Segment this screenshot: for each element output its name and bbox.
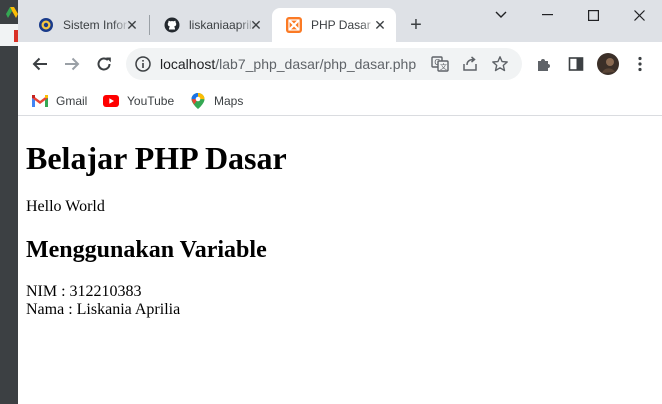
tab-title: PHP Dasar [311, 18, 371, 32]
url-path: /lab7_php_dasar/php_dasar.php [215, 56, 417, 72]
hello-text: Hello World [26, 198, 105, 215]
minimize-icon [541, 14, 553, 16]
gmail-icon [32, 93, 48, 109]
kebab-menu-icon [638, 56, 642, 72]
desktop-edge [0, 0, 18, 404]
tab-title: liskaniaaprilia [189, 18, 255, 32]
forward-arrow-icon [65, 57, 80, 71]
page-heading: Belajar PHP Dasar [26, 140, 287, 176]
bookmark-gmail[interactable]: Gmail [32, 90, 87, 112]
chevron-down-icon [495, 11, 507, 18]
google-drive-icon [6, 6, 18, 18]
share-icon[interactable] [460, 54, 480, 74]
address-bar[interactable]: localhost/lab7_php_dasar/php_dasar.php G… [126, 48, 522, 80]
extensions-button[interactable] [530, 50, 558, 78]
section-heading: Menggunakan Variable [26, 237, 267, 263]
close-icon[interactable]: ✕ [372, 17, 388, 33]
side-panel-button[interactable] [562, 50, 590, 78]
url-host: localhost [160, 56, 216, 72]
github-icon [164, 17, 180, 33]
back-button[interactable] [26, 50, 54, 78]
profile-button[interactable] [594, 50, 622, 78]
side-panel-icon [568, 57, 584, 71]
tab-search-button[interactable] [478, 0, 524, 30]
xampp-icon [286, 17, 302, 33]
bookmarks-bar: Gmail YouTube Maps [18, 86, 662, 116]
reload-button[interactable] [90, 50, 118, 78]
browser-window: Sistem Informasi ✕ liskaniaaprilia ✕ PHP… [18, 0, 662, 404]
close-icon[interactable]: ✕ [124, 17, 140, 33]
toolbar: localhost/lab7_php_dasar/php_dasar.php G… [18, 42, 662, 86]
tab-php-dasar[interactable]: PHP Dasar ✕ [272, 8, 396, 42]
page-content: Belajar PHP Dasar Hello World Menggunaka… [18, 117, 662, 404]
bookmark-maps[interactable]: Maps [190, 90, 243, 112]
puzzle-icon [538, 59, 550, 71]
bookmark-label: Gmail [56, 94, 88, 108]
minimize-button[interactable] [524, 0, 570, 30]
nim-text: NIM : 312210383 [26, 283, 142, 300]
back-arrow-icon [32, 57, 47, 71]
close-icon[interactable]: ✕ [248, 17, 264, 33]
url-text[interactable]: localhost/lab7_php_dasar/php_dasar.php [160, 48, 416, 80]
tab-title: Sistem Informasi [63, 18, 129, 32]
maximize-button[interactable] [570, 0, 616, 30]
info-icon[interactable] [134, 55, 152, 73]
bookmark-label: Maps [214, 94, 244, 108]
maximize-icon [587, 9, 599, 21]
bookmark-label: YouTube [127, 94, 175, 108]
bookmark-youtube[interactable]: YouTube [103, 90, 174, 112]
menu-button[interactable] [626, 50, 654, 78]
close-icon [633, 9, 645, 21]
reload-icon [97, 57, 111, 71]
tab-strip: Sistem Informasi ✕ liskaniaaprilia ✕ PHP… [18, 0, 662, 42]
translate-icon[interactable]: G文 [430, 54, 450, 74]
new-tab-button[interactable]: + [404, 14, 428, 38]
maps-icon [190, 93, 206, 109]
university-seal-icon [38, 17, 54, 33]
tab-sistem-informasi[interactable]: Sistem Informasi ✕ [24, 8, 148, 42]
nama-text: Nama : Liskania Aprilia [26, 301, 181, 318]
youtube-icon [103, 93, 119, 109]
tab-github[interactable]: liskaniaaprilia ✕ [150, 8, 272, 42]
close-window-button[interactable] [616, 0, 662, 30]
avatar [597, 53, 619, 75]
star-icon[interactable] [490, 54, 510, 74]
svg-text:文: 文 [440, 62, 447, 71]
forward-button[interactable] [58, 50, 86, 78]
